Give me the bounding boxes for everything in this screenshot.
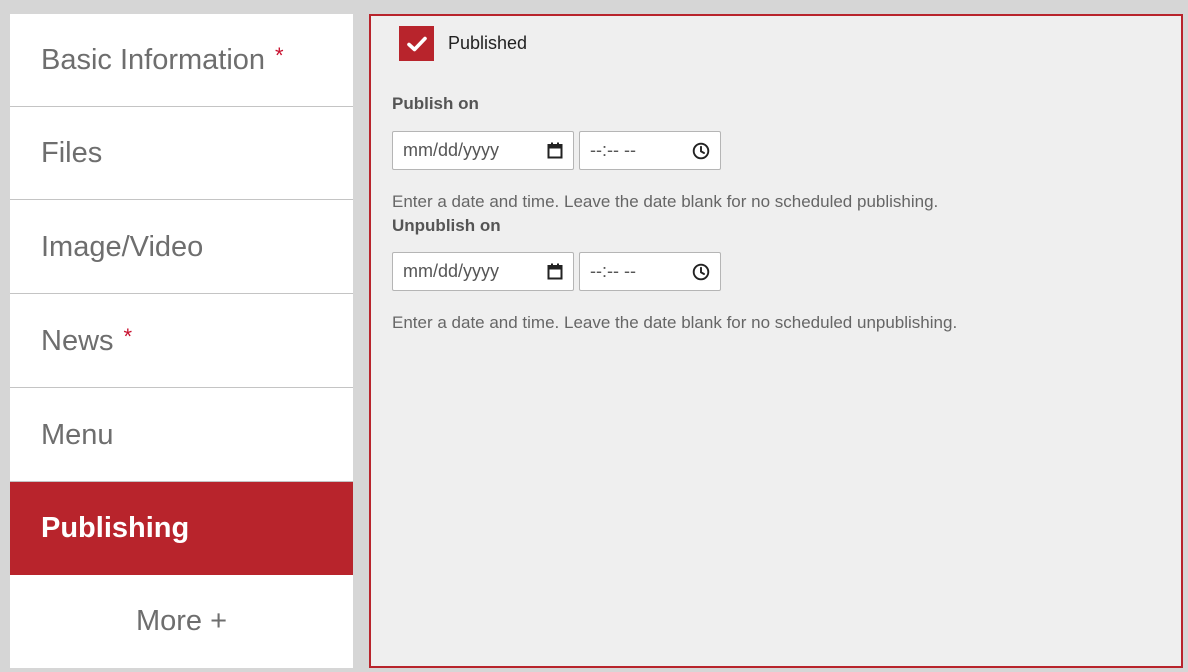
- tab-menu[interactable]: Menu: [10, 389, 353, 482]
- tab-label: More +: [135, 605, 228, 637]
- unpublish-on-time-input[interactable]: --:-- --: [579, 252, 721, 291]
- clock-icon[interactable]: [692, 263, 710, 281]
- tab-label: Basic Information: [41, 43, 266, 76]
- tab-label: Image/Video: [41, 230, 204, 263]
- tab-image-video[interactable]: Image/Video: [10, 201, 353, 294]
- date-placeholder: mm/dd/yyyy: [403, 261, 500, 281]
- tab-label: News: [41, 324, 114, 357]
- publish-on-date-input[interactable]: mm/dd/yyyy: [392, 131, 574, 170]
- more-tabs-button[interactable]: More +: [10, 575, 353, 668]
- sidebar: Basic Information * Files Image/Video Ne…: [10, 14, 353, 668]
- unpublish-on-label: Unpublish on: [392, 216, 501, 235]
- required-marker: *: [275, 43, 284, 68]
- unpublish-on-help: Enter a date and time. Leave the date bl…: [392, 313, 958, 332]
- check-icon: [406, 36, 427, 52]
- tab-label: Files: [41, 136, 103, 169]
- tab-files[interactable]: Files: [10, 107, 353, 200]
- publish-on-label: Publish on: [392, 94, 479, 113]
- tab-label: Menu: [41, 418, 114, 451]
- time-placeholder: --:-- --: [590, 261, 636, 281]
- date-placeholder: mm/dd/yyyy: [403, 140, 500, 160]
- time-placeholder: --:-- --: [590, 140, 636, 160]
- publish-on-help: Enter a date and time. Leave the date bl…: [392, 192, 939, 211]
- calendar-icon[interactable]: [547, 142, 563, 159]
- required-marker: *: [123, 324, 133, 349]
- tab-basic-information[interactable]: Basic Information *: [10, 14, 353, 107]
- calendar-icon[interactable]: [547, 263, 563, 280]
- publishing-panel: Published Publish on mm/dd/yyyy --:-- --…: [369, 14, 1183, 668]
- unpublish-on-date-input[interactable]: mm/dd/yyyy: [392, 252, 574, 291]
- published-label: Published: [448, 33, 528, 53]
- tab-publishing[interactable]: Publishing: [10, 482, 353, 575]
- published-checkbox[interactable]: [399, 26, 434, 61]
- publish-on-time-input[interactable]: --:-- --: [579, 131, 721, 170]
- tab-label: Publishing: [41, 512, 190, 544]
- published-option: Published: [399, 26, 527, 61]
- tab-news[interactable]: News *: [10, 295, 353, 388]
- clock-icon[interactable]: [692, 142, 710, 160]
